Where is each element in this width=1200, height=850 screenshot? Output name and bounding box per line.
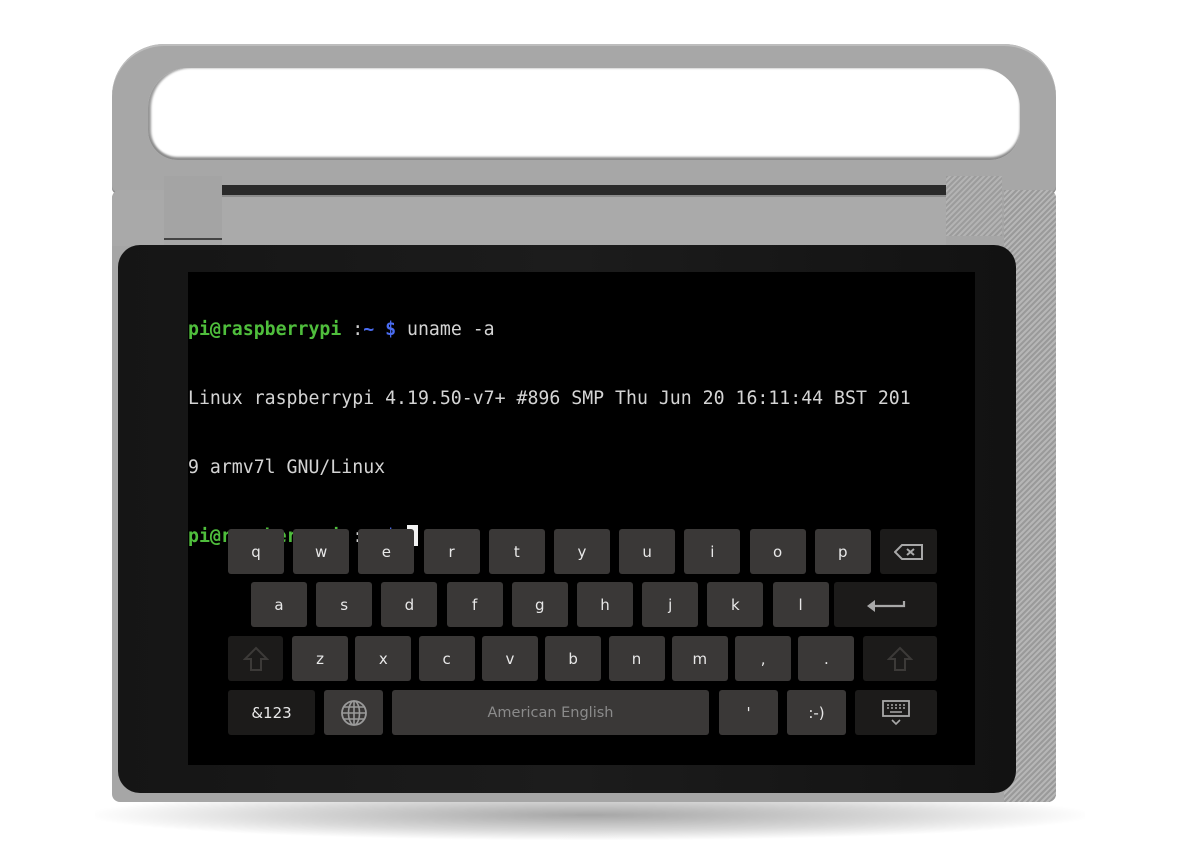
case-left-corner [112, 190, 164, 246]
key-h[interactable]: h [577, 582, 633, 627]
enter-key[interactable] [834, 582, 937, 627]
display-screen[interactable]: pi@raspberrypi :~ $ uname -a Linux raspb… [188, 272, 975, 765]
key-y[interactable]: y [554, 529, 610, 574]
key-a[interactable]: a [251, 582, 307, 627]
hide-keyboard-icon [882, 699, 910, 725]
prompt-path: ~ $ [363, 319, 397, 340]
key-period[interactable]: . [798, 636, 855, 681]
key-e[interactable]: e [358, 529, 415, 574]
globe-icon [340, 699, 367, 726]
key-j[interactable]: j [642, 582, 699, 627]
shift-icon [242, 646, 269, 671]
key-i[interactable]: i [684, 529, 741, 574]
key-m[interactable]: m [671, 636, 728, 681]
key-l[interactable]: l [772, 582, 829, 627]
key-f[interactable]: f [446, 582, 503, 627]
key-r[interactable]: r [423, 529, 480, 574]
symbols-key[interactable]: &123 [228, 690, 315, 735]
key-k[interactable]: k [707, 582, 764, 627]
space-key[interactable]: American English [392, 690, 709, 735]
key-p[interactable]: p [814, 529, 871, 574]
key-o[interactable]: o [749, 529, 806, 574]
prompt-user: pi@raspberrypi [188, 319, 342, 340]
key-x[interactable]: x [355, 636, 412, 681]
key-n[interactable]: n [608, 636, 665, 681]
hinge-right [946, 176, 1002, 236]
backspace-key[interactable] [880, 529, 937, 574]
terminal-line-prompt: pi@raspberrypi :~ $ uname -a [188, 318, 975, 341]
key-s[interactable]: s [316, 582, 373, 627]
backspace-icon [893, 543, 923, 560]
key-b[interactable]: b [545, 636, 602, 681]
key-v[interactable]: v [481, 636, 538, 681]
hinge-bar [222, 195, 946, 249]
language-key[interactable] [324, 690, 383, 735]
key-u[interactable]: u [619, 529, 676, 574]
shift-icon [887, 646, 913, 671]
handle-opening [148, 68, 1020, 160]
key-z[interactable]: z [292, 636, 348, 681]
key-q[interactable]: q [228, 529, 284, 574]
command-text: uname -a [396, 319, 495, 340]
key-comma[interactable]: , [735, 636, 792, 681]
hinge-left [164, 176, 222, 240]
terminal-output-line: Linux raspberrypi 4.19.50-v7+ #896 SMP T… [188, 388, 911, 409]
hinge-gap [222, 185, 946, 195]
enter-icon [866, 599, 905, 612]
apostrophe-key[interactable]: ' [719, 690, 778, 735]
terminal-output-line: 9 armv7l GNU/Linux [188, 457, 386, 478]
emoticon-key[interactable]: :-) [787, 690, 846, 735]
key-d[interactable]: d [381, 582, 438, 627]
shift-key-left[interactable] [228, 636, 283, 681]
key-w[interactable]: w [293, 529, 350, 574]
hide-keyboard-key[interactable] [855, 690, 937, 735]
key-c[interactable]: c [418, 636, 475, 681]
prompt-separator: : [341, 319, 364, 340]
shift-key-right[interactable] [863, 636, 937, 681]
key-t[interactable]: t [488, 529, 545, 574]
key-g[interactable]: g [511, 582, 568, 627]
